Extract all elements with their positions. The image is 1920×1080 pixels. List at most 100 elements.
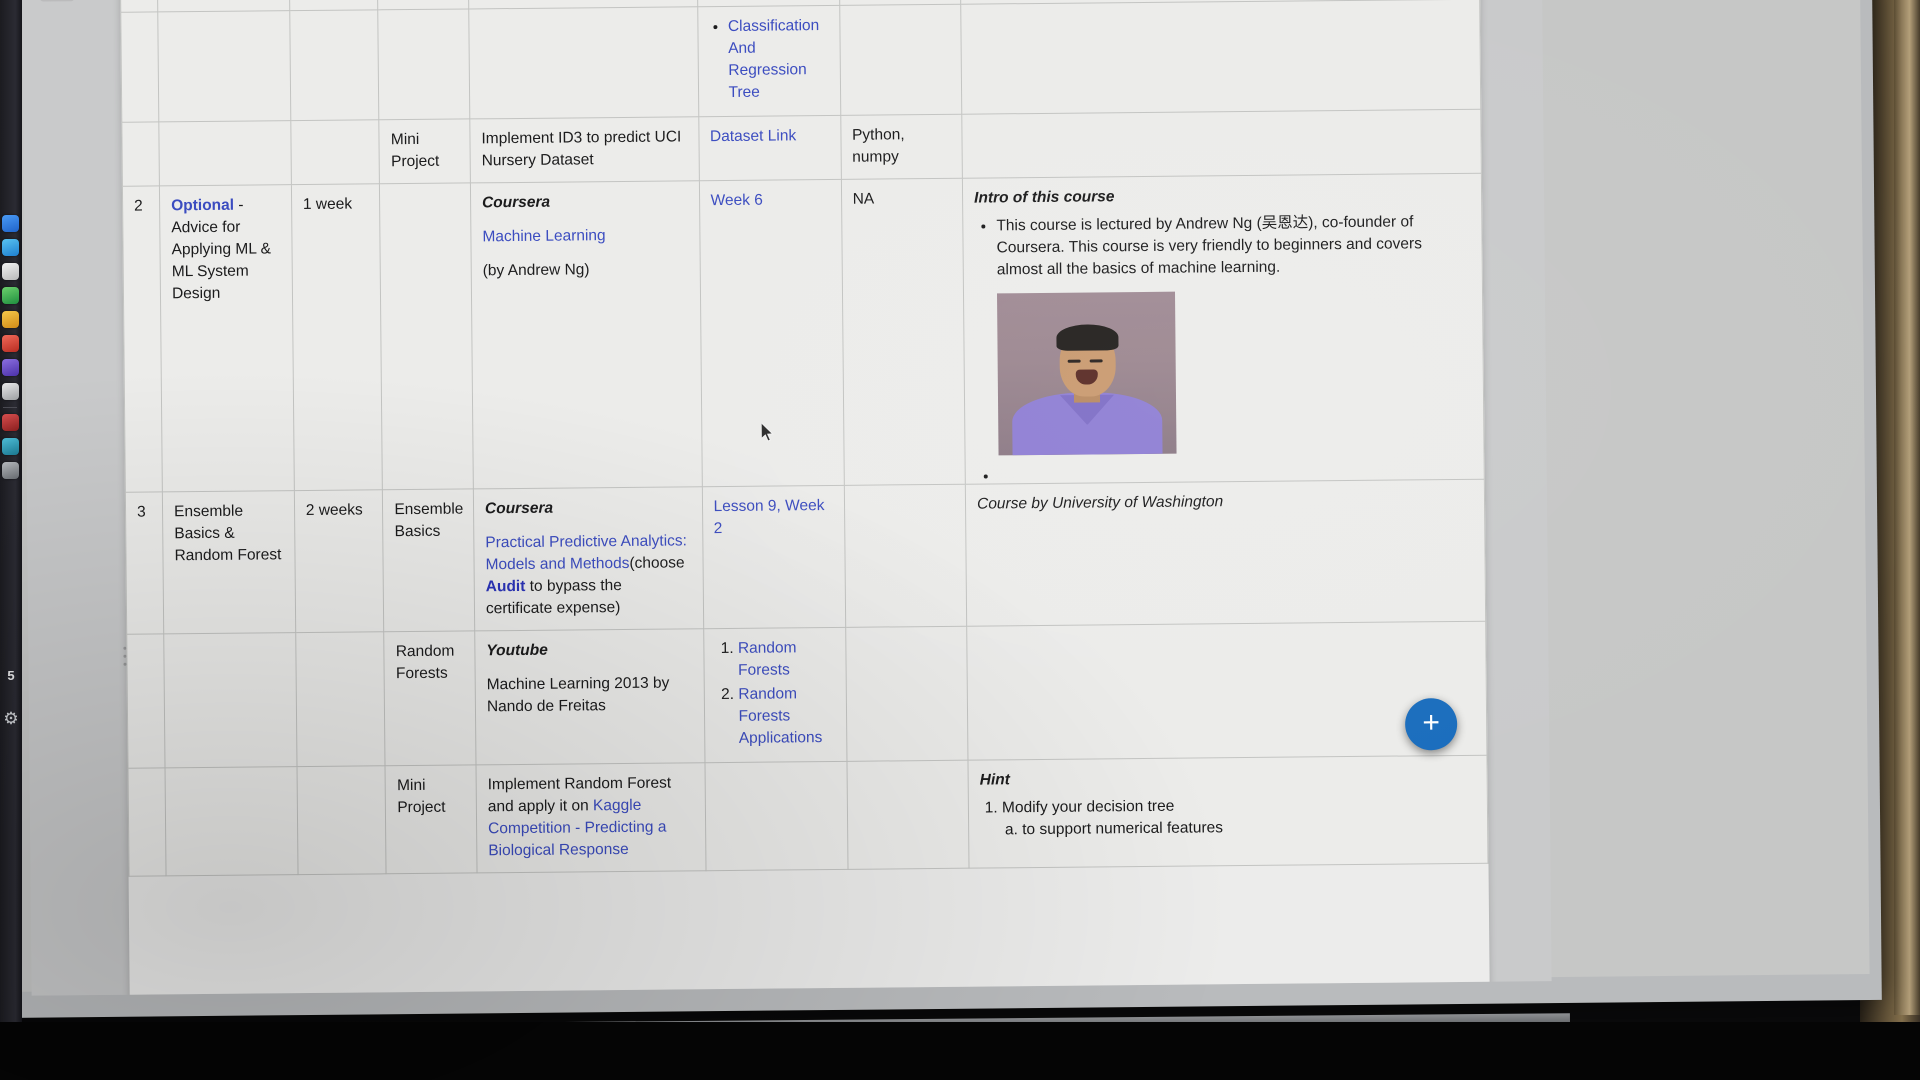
table-row: 3 Ensemble Basics & Random Forest 2 week… [125, 479, 1486, 635]
cell-course-name: Implement Random Forest and apply it on … [475, 763, 706, 874]
gear-icon[interactable]: ⚙ [2, 710, 20, 728]
screen-inner-bezel: Topic Duration Course Source Course Name… [1, 0, 1870, 996]
link-random-forests[interactable]: Random Forests [738, 640, 797, 680]
cell-assignments [839, 4, 962, 116]
course-source-heading: Youtube [486, 642, 548, 660]
laptop-body [0, 1022, 1920, 1080]
dock-icon-notes[interactable] [2, 311, 19, 328]
header-index [120, 0, 158, 13]
section-bullet-list: Classification And Regression Tree [709, 15, 829, 104]
course-plan-table: Topic Duration Course Source Course Name… [120, 0, 1489, 877]
hint-ordered-list: Modify your decision tree to support num… [980, 793, 1476, 842]
remarks-bullet-item: This course is lectured by Andrew Ng (吴恩… [996, 211, 1472, 456]
course-subtitle: Machine Learning 2013 by Nando de Freita… [486, 674, 670, 716]
dock-icon-safari[interactable] [2, 239, 19, 256]
course-author: (by Andrew Ng) [482, 261, 590, 280]
dock-badge: 5 [7, 668, 15, 683]
page-thumbnail[interactable] [39, 0, 75, 2]
cell-course-section: Classification And Regression Tree [697, 5, 841, 118]
section-list-item: Random Forests [738, 637, 834, 682]
remarks-bullet-empty [999, 461, 1473, 470]
course-source-heading: Coursera [484, 500, 554, 518]
hint-item: Modify your decision tree to support num… [1002, 793, 1476, 842]
link-random-forests-applications[interactable]: Random Forests Applications [738, 686, 822, 748]
cell-index [120, 12, 159, 123]
cell-assignments [845, 626, 969, 762]
dock-icon-preview[interactable] [2, 438, 19, 455]
cell-course-name: Implement ID3 to predict UCI Nursery Dat… [469, 117, 699, 184]
dock-icon-finder[interactable] [2, 215, 19, 232]
cell-remarks: Intro of this course This course is lect… [962, 173, 1485, 485]
dock-icon-appstore[interactable] [2, 383, 19, 400]
cell-course-source: Random Forests [384, 631, 476, 767]
cell-course-section: Dataset Link [698, 115, 841, 182]
cell-assignments [843, 484, 967, 628]
section-ordered-list: Random Forests Random Forests Applicatio… [715, 637, 835, 750]
cell-index [121, 122, 160, 187]
cell-topic [157, 11, 291, 123]
dock-icon-terminal[interactable] [2, 462, 19, 479]
mouse-cursor [761, 422, 774, 442]
dock-icon-messages[interactable] [2, 287, 19, 304]
link-week-6[interactable]: Week 6 [711, 192, 763, 210]
dock-icon-music[interactable] [2, 335, 19, 352]
cell-course-section: Random Forests Random Forests Applicatio… [703, 627, 847, 764]
add-button-fab[interactable]: + [1404, 697, 1458, 751]
cell-remarks [960, 0, 1481, 115]
dock-icon-pdf[interactable] [2, 414, 19, 431]
laptop-screen-bezel: Topic Duration Course Source Course Name… [0, 0, 1882, 1018]
cell-course-source: Mini Project [379, 119, 471, 185]
background-wall-highlight [1894, 0, 1920, 1015]
cell-duration: 2 weeks [294, 490, 385, 634]
cell-index: 3 [125, 492, 164, 635]
remarks-bullet-text: This course is lectured by Andrew Ng (吴恩… [996, 213, 1422, 279]
cell-course-source: Ensemble Basics [382, 489, 475, 633]
cell-topic: Ensemble Basics & Random Forest [162, 491, 296, 635]
cell-course-section: Lesson 9, Week 2 [701, 485, 846, 630]
dock-icon-podcasts[interactable] [2, 359, 19, 376]
table-row: 2 Optional - Advice for Applying ML & ML… [122, 173, 1485, 493]
laptop-photo-frame: Topic Duration Course Source Course Name… [0, 0, 1920, 1080]
cell-duration [290, 120, 380, 186]
hint-sub-list: to support numerical features [1002, 815, 1476, 842]
cell-topic [165, 767, 298, 877]
dock-items [2, 215, 20, 486]
section-bullet-item: Classification And Regression Tree [728, 15, 829, 104]
macos-dock: 5 ⚙ [0, 0, 22, 1080]
dock-separator [3, 407, 17, 408]
remarks-text: Course by University of Washington [977, 493, 1224, 514]
section-list-item: Random Forests Applications [738, 683, 835, 750]
cell-remarks [961, 109, 1482, 179]
cell-topic [163, 633, 297, 769]
document-viewport: Topic Duration Course Source Course Name… [21, 0, 1552, 996]
cell-remarks: Hint Modify your decision tree to suppor… [968, 755, 1488, 869]
link-machine-learning[interactable]: Machine Learning [482, 228, 605, 246]
cell-topic: Optional - Advice for Applying ML & ML S… [159, 185, 295, 493]
dock-icon-mail[interactable] [2, 263, 19, 280]
document-page: Topic Duration Course Source Course Name… [119, 0, 1490, 996]
table-row: Classification And Regression Tree [120, 0, 1481, 123]
remarks-heading: Intro of this course [974, 188, 1115, 208]
hint-item-text: Modify your decision tree [1001, 798, 1175, 817]
cell-index: 2 [122, 186, 163, 493]
hint-sub-item: to support numerical features [1022, 815, 1476, 841]
cell-duration [296, 766, 387, 876]
cell-index [126, 634, 166, 769]
cell-course-name: Coursera Machine Learning (by Andrew Ng) [470, 181, 702, 490]
cell-course-source: Mini Project [385, 765, 478, 875]
link-optional[interactable]: Optional [171, 197, 234, 215]
cell-course-name: Coursera Practical Predictive Analytics:… [473, 487, 704, 632]
link-classification-regression-tree[interactable]: Classification And Regression Tree [728, 18, 819, 102]
link-lesson-9-week-2[interactable]: Lesson 9, Week 2 [713, 497, 824, 537]
cell-course-name [468, 7, 699, 120]
table-row: Mini Project Implement Random Forest and… [128, 755, 1488, 877]
link-dataset[interactable]: Dataset Link [710, 128, 796, 146]
audit-keyword: Audit [485, 578, 526, 596]
table-row: Random Forests Youtube Machine Learning … [126, 621, 1487, 769]
cell-assignments: Python, numpy [840, 114, 963, 180]
cell-remarks [966, 621, 1487, 761]
project-text: Implement Random Forest and apply it on [487, 774, 672, 816]
andrew-ng-photo [997, 292, 1177, 456]
cell-topic [158, 121, 292, 187]
hint-sub-text: to support numerical features [1022, 819, 1224, 839]
